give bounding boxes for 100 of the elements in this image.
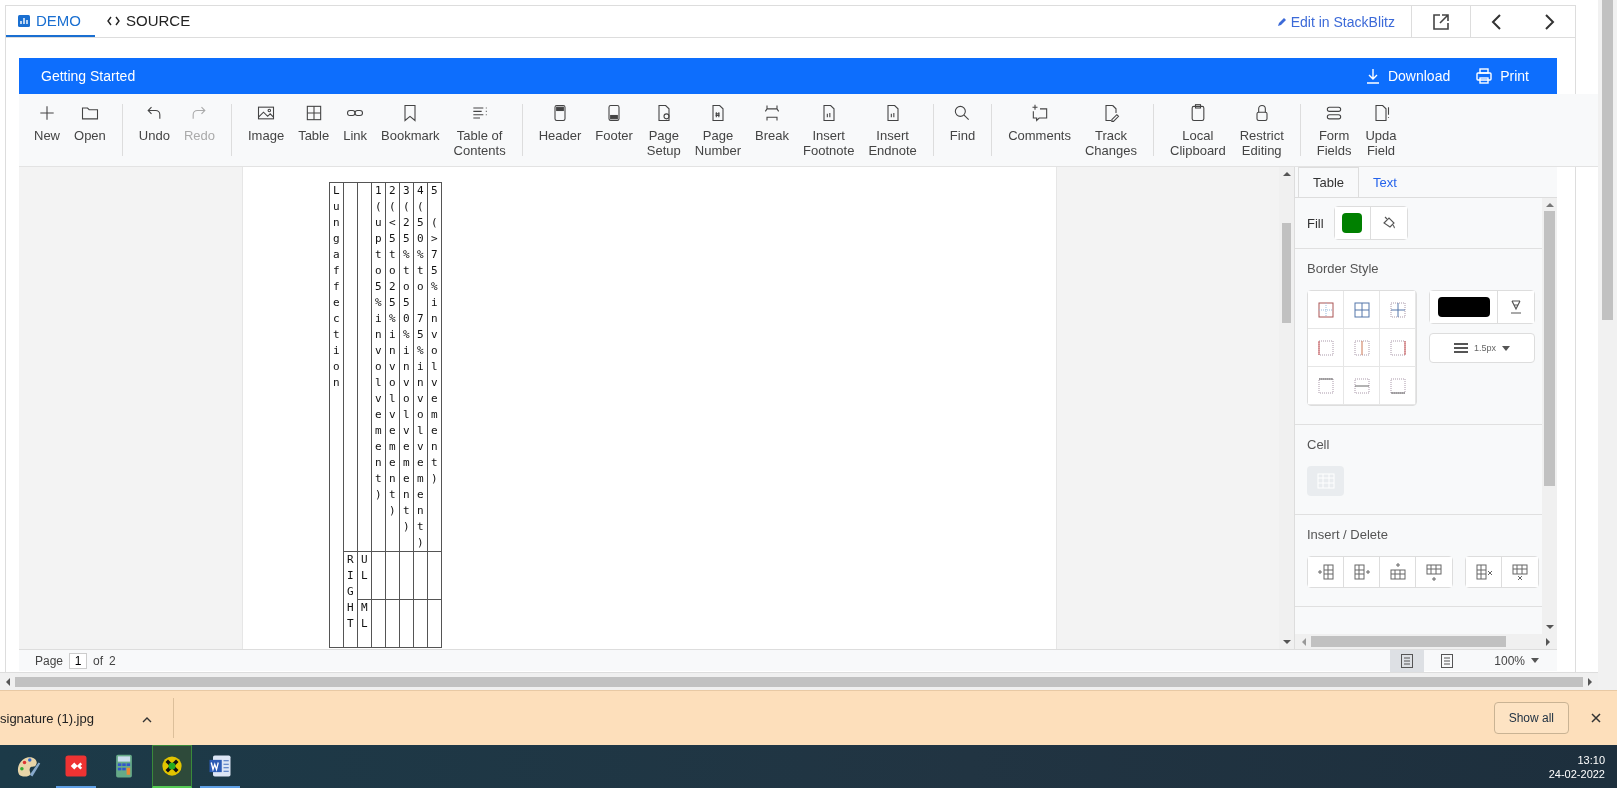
scroll-right-icon[interactable]	[1545, 637, 1551, 646]
scrollbar[interactable]	[1279, 167, 1294, 649]
border-option-button[interactable]	[1380, 367, 1416, 405]
border-grid-icon	[1315, 299, 1336, 320]
scroll-right-icon[interactable]	[1587, 677, 1593, 686]
endnote-button[interactable]: Insert Endnote	[861, 94, 924, 166]
scroll-left-icon[interactable]	[5, 677, 11, 686]
border-option-button[interactable]	[1380, 291, 1416, 329]
scroll-down-icon[interactable]	[1282, 639, 1291, 645]
break-button[interactable]: Break	[748, 94, 797, 166]
border-grid-icon	[1387, 337, 1408, 358]
pane-tab[interactable]: Text	[1359, 167, 1411, 197]
border-option-button[interactable]	[1308, 367, 1344, 405]
folder-button[interactable]: Open	[67, 94, 113, 166]
caret-icon	[1531, 658, 1539, 663]
print-button[interactable]: Print	[1470, 67, 1535, 85]
border-color-button[interactable]	[1430, 291, 1498, 323]
image-button[interactable]: Image	[241, 94, 292, 166]
table-cell: 4(50%to 75%involvement)	[413, 182, 428, 552]
list-button[interactable]: Table of Contents	[446, 94, 513, 166]
comment-button[interactable]: Comments	[1001, 94, 1078, 166]
scrollbar[interactable]	[1542, 198, 1557, 634]
demo-tab[interactable]: DEMO	[6, 6, 95, 37]
border-grid-icon	[1351, 299, 1372, 320]
scroll-thumb[interactable]	[1602, 0, 1613, 320]
page-total: 2	[109, 653, 116, 668]
scrollbar[interactable]	[0, 672, 1598, 690]
link-button[interactable]: Link	[336, 94, 375, 166]
printer-icon	[1476, 68, 1493, 84]
header-button[interactable]: Header	[531, 94, 589, 166]
pane-tab[interactable]: Table	[1298, 167, 1360, 197]
clipboard-button[interactable]: Local Clipboard	[1163, 94, 1233, 166]
table-cell: UL	[357, 551, 372, 600]
table-cell: RIGHT	[343, 551, 358, 648]
table-cell: 5 (>75%involvement)	[427, 182, 442, 552]
table-delete-row-icon	[1510, 562, 1530, 582]
scroll-thumb[interactable]	[1282, 223, 1291, 323]
paint-bucket-icon	[1381, 216, 1396, 230]
track-changes-button[interactable]: Track Changes	[1078, 94, 1145, 166]
border-grid-icon	[1315, 375, 1336, 396]
paint-icon	[1509, 299, 1523, 315]
page-number-button[interactable]: Page Number	[687, 94, 749, 166]
scroll-thumb[interactable]	[1311, 636, 1506, 647]
scroll-thumb[interactable]	[1544, 211, 1555, 486]
scroll-up-icon[interactable]	[1282, 171, 1291, 177]
page-setup-button[interactable]: Page Setup	[639, 94, 688, 166]
border-option-button[interactable]	[1308, 329, 1344, 367]
scrollbar[interactable]	[1295, 634, 1557, 649]
page-layout-icon	[1400, 652, 1415, 669]
footer-button[interactable]: Footer	[588, 94, 640, 166]
undo-button[interactable]: Undo	[131, 94, 177, 166]
table-cell: 2(<5to25%involvement)	[385, 182, 400, 552]
scroll-up-icon[interactable]	[1545, 202, 1554, 208]
demo-tab[interactable]: SOURCE	[95, 6, 205, 37]
scrollbar[interactable]	[1598, 0, 1617, 690]
page-layout-icon	[1440, 652, 1455, 669]
show-all-button[interactable]: Show all	[1493, 702, 1569, 734]
border-width-dropdown[interactable]: 1.5px	[1429, 333, 1535, 363]
chevron-up-icon	[141, 716, 152, 723]
chevron-left-icon	[1491, 12, 1503, 31]
page-number-field[interactable]: 1	[69, 652, 88, 669]
download-item[interactable]: signature (1).jpg	[0, 710, 100, 726]
border-option-button[interactable]	[1380, 329, 1416, 367]
footnote-button[interactable]: Insert Footnote	[796, 94, 862, 166]
border-grid-icon	[1315, 337, 1336, 358]
scroll-down-icon[interactable]	[1545, 624, 1554, 630]
insert-left-button[interactable]	[1308, 557, 1344, 587]
fill-color-button[interactable]	[1334, 207, 1371, 239]
border-option-button[interactable]	[1308, 291, 1344, 329]
delete-column-button[interactable]	[1466, 557, 1502, 587]
border-option-button[interactable]	[1344, 367, 1380, 405]
scroll-thumb[interactable]	[15, 676, 1583, 687]
taskbar-app-button[interactable]	[152, 745, 192, 788]
fill-label: Fill	[1307, 215, 1324, 231]
plus-button[interactable]: New	[27, 94, 67, 166]
clock-date: 24-02-2022	[1548, 767, 1605, 780]
form-fields-button[interactable]: Form Fields	[1309, 94, 1359, 166]
page-of-label: of	[93, 653, 104, 668]
search-button[interactable]: Find	[942, 94, 983, 166]
bookmark-button[interactable]: Bookmark	[374, 94, 447, 166]
document-title: Getting Started	[41, 68, 136, 84]
chevron-right-icon	[1543, 12, 1555, 31]
table-insert-above-icon	[1387, 562, 1408, 582]
download-button[interactable]: Download	[1359, 67, 1457, 85]
print-layout-button[interactable]	[1390, 649, 1425, 672]
lock-button[interactable]: Restrict Editing	[1232, 94, 1291, 166]
section-title: Cell	[1307, 437, 1331, 452]
zoom-dropdown[interactable]: 100%	[1488, 652, 1545, 669]
caret-icon	[1502, 345, 1510, 351]
section-title: Border Style	[1307, 261, 1380, 276]
update-fields-button[interactable]: Upda Field	[1358, 94, 1404, 166]
table-button[interactable]: Table	[291, 94, 337, 166]
table-cell: ML	[357, 599, 372, 648]
border-grid-icon	[1351, 337, 1372, 358]
edit-link[interactable]: Edit in StackBlitz	[1260, 6, 1411, 37]
table-cell: Lungaffection	[329, 182, 344, 648]
border-option-button[interactable]	[1344, 329, 1380, 367]
table-insert-left-icon	[1315, 562, 1336, 582]
border-option-button[interactable]	[1344, 291, 1380, 329]
table-insert-below-icon	[1424, 562, 1444, 582]
